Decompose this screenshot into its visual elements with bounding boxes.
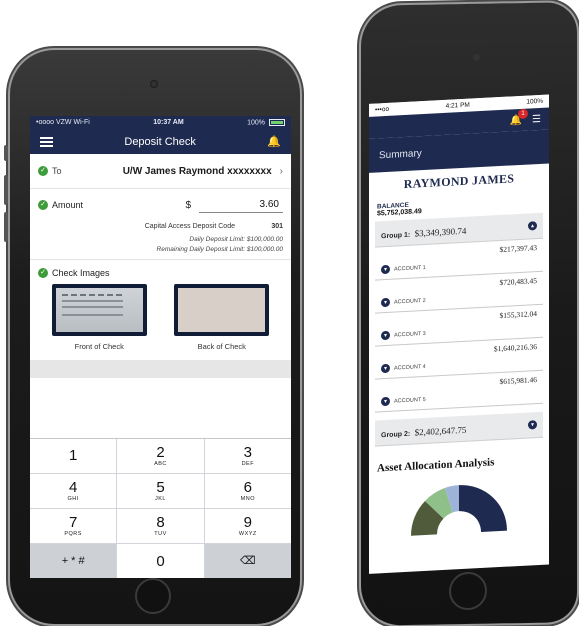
check-icon: ✓ (38, 200, 48, 210)
battery-percent: 100% (526, 97, 543, 106)
mute-switch (4, 145, 8, 161)
battery-icon (268, 118, 285, 126)
expand-icon[interactable]: ▾ (381, 330, 390, 341)
key-1[interactable]: 1 (30, 439, 117, 473)
check-back-image (178, 288, 266, 332)
bell-icon[interactable]: 🔔 (267, 135, 281, 148)
summary-title: Summary (379, 148, 422, 162)
key-6[interactable]: 6 MNO (204, 474, 291, 508)
key-5[interactable]: 5 JKL (117, 474, 204, 508)
check-images-heading: Check Images (52, 268, 110, 278)
check-icon: ✓ (38, 268, 48, 278)
key-8[interactable]: 8 TUV (117, 509, 204, 543)
menu-icon[interactable]: ☰ (532, 113, 541, 124)
group-value: $3,349,390.74 (414, 225, 467, 238)
key-7[interactable]: 7 PQRS (30, 509, 117, 543)
numeric-keypad: 1 2 ABC 3 DEF 4 GHI 5 JKL 6 MNO 7 PQRS 8 TUV 9W… (30, 438, 291, 578)
battery-status: 100% (247, 118, 285, 127)
check-front-image (55, 288, 143, 332)
status-time: 10:37 AM (153, 119, 184, 126)
amount-input[interactable] (199, 197, 283, 213)
key-2[interactable]: 2 ABC (117, 439, 204, 473)
backspace-key[interactable]: ⌫ (204, 544, 291, 578)
daily-limit-text: Daily Deposit Limit: $100,000.00 (189, 236, 283, 243)
to-label: To (52, 166, 62, 176)
account-name: ACCOUNT 5 (394, 396, 426, 405)
bell-icon[interactable]: 🔔 1 (510, 108, 529, 126)
back-of-check[interactable]: Back of Check (174, 284, 270, 351)
battery-percent: 100% (247, 119, 266, 127)
signal-text: •••oo (375, 105, 390, 114)
deposit-screen: •oooo VZW Wi-Fi 10:37 AM 100% Deposit Ch… (30, 116, 291, 578)
front-caption: Front of Check (74, 342, 124, 351)
home-button (135, 578, 171, 614)
account-name: ACCOUNT 1 (394, 264, 426, 273)
key-4[interactable]: 4 GHI (30, 474, 117, 508)
expand-icon[interactable]: ▾ (381, 297, 390, 308)
account-value: $720,483.45 (499, 276, 538, 288)
right-phone: •••oo 4:21 PM 100% 🔔 1 ☰ Summary RAYMOND … (361, 2, 577, 626)
account-name: ACCOUNT 4 (394, 363, 426, 372)
volume-up-button (4, 175, 8, 205)
allocation-donut (369, 473, 549, 542)
currency-symbol: $ (185, 199, 191, 211)
key-9[interactable]: 9 WXYZ (204, 509, 291, 543)
collapse-icon[interactable]: ▴ (528, 221, 537, 231)
account-value: $155,312.04 (499, 309, 538, 321)
account-value: $615,981.46 (499, 375, 538, 387)
status-time: 4:21 PM (445, 101, 470, 110)
group-value: $2,402,647.75 (414, 424, 467, 437)
summary-screen: •••oo 4:21 PM 100% 🔔 1 ☰ Summary RAYMOND … (369, 94, 549, 574)
account-name: ACCOUNT 3 (394, 330, 426, 339)
nav-bar: Deposit Check 🔔 (30, 129, 291, 154)
front-of-check[interactable]: Front of Check (51, 284, 147, 351)
carrier-text: •oooo VZW Wi-Fi (36, 119, 90, 126)
key-0[interactable]: 0 (117, 544, 204, 578)
backspace-icon: ⌫ (240, 554, 256, 567)
check-images-section: ✓ Check Images Front of Check Back of Ch… (30, 260, 291, 360)
group-label: Group 2: (381, 430, 411, 439)
expand-icon[interactable]: ▾ (381, 363, 390, 374)
divider-band (30, 360, 291, 378)
expand-icon[interactable]: ▾ (381, 264, 390, 275)
to-account-row[interactable]: ✓ To U/W James Raymond xxxxxxxx › (30, 154, 291, 189)
home-button (449, 571, 487, 611)
key-symbols[interactable]: + * # (30, 544, 117, 578)
key-3[interactable]: 3 DEF (204, 439, 291, 473)
account-name: ACCOUNT 2 (394, 297, 426, 306)
remaining-limit-text: Remaining Daily Deposit Limit: $100,000.… (156, 246, 283, 253)
page-title: Deposit Check (124, 135, 196, 148)
account-value: $217,397.43 (499, 243, 538, 255)
menu-icon[interactable] (40, 136, 53, 147)
front-camera (150, 80, 158, 88)
notification-badge: 1 (518, 108, 529, 119)
front-camera (473, 53, 480, 61)
account-value: $1,640,216.36 (493, 342, 537, 354)
expand-icon[interactable]: ▾ (528, 420, 537, 430)
to-account-value: U/W James Raymond xxxxxxxx (122, 165, 272, 177)
left-phone: •oooo VZW Wi-Fi 10:37 AM 100% Deposit Ch… (4, 50, 300, 624)
amount-section: ✓ Amount $ Capital Access Deposit Code 3… (30, 189, 291, 260)
deposit-code-label: Capital Access Deposit Code (144, 223, 235, 230)
check-icon: ✓ (38, 166, 48, 176)
expand-icon[interactable]: ▾ (381, 396, 390, 407)
back-caption: Back of Check (197, 342, 246, 351)
group-label: Group 1: (381, 231, 411, 240)
chevron-right-icon: › (279, 165, 283, 177)
deposit-code-value: 301 (271, 223, 283, 230)
status-bar: •oooo VZW Wi-Fi 10:37 AM 100% (30, 116, 291, 129)
volume-down-button (4, 212, 8, 242)
amount-label: Amount (52, 200, 84, 210)
